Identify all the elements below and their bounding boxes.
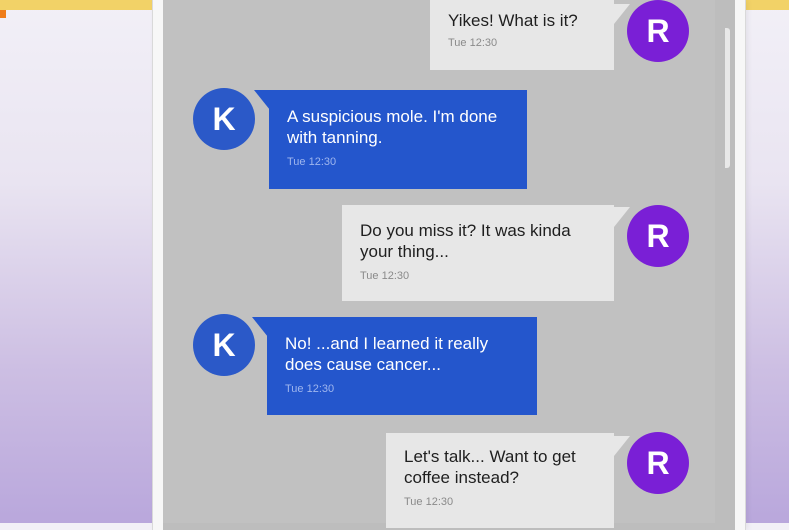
avatar-initial: R <box>646 444 670 481</box>
avatar-r[interactable]: R <box>627 432 689 494</box>
avatar-initial: K <box>212 326 236 363</box>
message-bubble-incoming[interactable]: No! ...and I learned it really does caus… <box>267 317 537 415</box>
message-text: Let's talk... Want to get coffee instead… <box>404 447 576 487</box>
bubble-tail <box>252 317 268 337</box>
avatar-r[interactable]: R <box>627 0 689 62</box>
message-timestamp: Tue 12:30 <box>404 496 454 508</box>
message-bubble-outgoing[interactable]: Do you miss it? It was kinda your thing.… <box>342 205 614 301</box>
message-text: No! ...and I learned it really does caus… <box>285 334 489 374</box>
avatar-initial: R <box>646 12 670 49</box>
message-text: A suspicious mole. I'm done with tanning… <box>287 107 498 147</box>
message-timestamp: Tue 12:30 <box>448 37 498 49</box>
message-text: Do you miss it? It was kinda your thing.… <box>360 221 571 261</box>
chat-screen: Yikes! What is it? Tue 12:30 R K A suspi… <box>163 0 715 528</box>
avatar-k[interactable]: K <box>193 88 255 150</box>
message-text: Yikes! What is it? <box>448 11 578 30</box>
corner-mark <box>0 10 6 18</box>
message-timestamp: Tue 12:30 <box>285 383 335 395</box>
avatar-initial: R <box>646 217 670 254</box>
bubble-tail <box>614 207 630 227</box>
message-timestamp: Tue 12:30 <box>360 270 410 282</box>
bubble-tail <box>254 90 270 110</box>
avatar-initial: K <box>212 100 236 137</box>
message-bubble-outgoing[interactable]: Yikes! What is it? Tue 12:30 <box>430 0 614 70</box>
message-timestamp: Tue 12:30 <box>287 156 337 168</box>
message-bubble-incoming[interactable]: A suspicious mole. I'm done with tanning… <box>269 90 527 189</box>
phone-side-button <box>725 28 730 168</box>
message-bubble-outgoing[interactable]: Let's talk... Want to get coffee instead… <box>386 433 614 528</box>
avatar-k[interactable]: K <box>193 314 255 376</box>
avatar-r[interactable]: R <box>627 205 689 267</box>
